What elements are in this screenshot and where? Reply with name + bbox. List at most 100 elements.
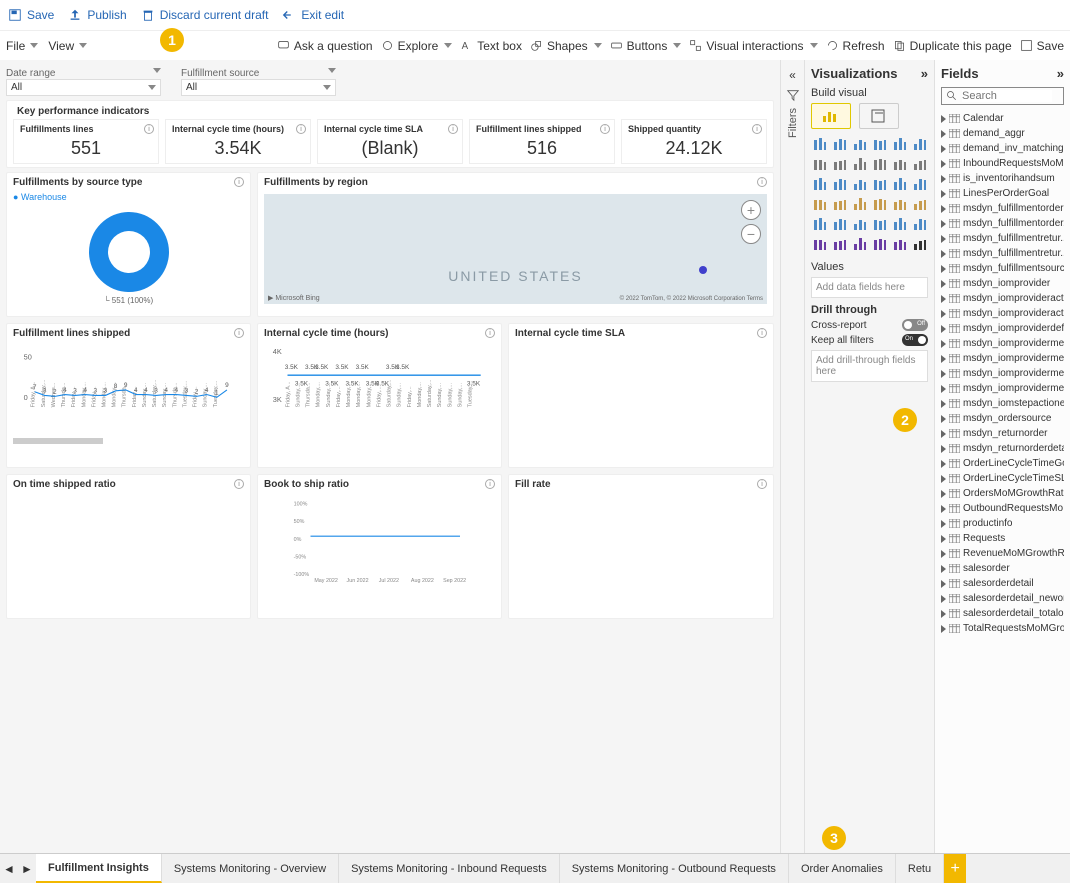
file-menu[interactable]: File	[6, 39, 38, 53]
viz-icon-multi-card[interactable]	[831, 195, 849, 213]
viz-icon-arcgis[interactable]	[831, 235, 849, 253]
field-table[interactable]: InboundRequestsMoM...	[941, 156, 1064, 171]
filters-pane-collapsed[interactable]: « Filters	[780, 60, 804, 853]
viz-icon-filled-map[interactable]	[891, 175, 909, 193]
expand-icon[interactable]	[941, 190, 946, 198]
expand-icon[interactable]	[941, 265, 946, 273]
save-button[interactable]: Save	[8, 8, 54, 22]
expand-icon[interactable]	[941, 460, 946, 468]
visual-interactions-button[interactable]: Visual interactions	[689, 39, 817, 53]
expand-icon[interactable]	[941, 325, 946, 333]
field-table[interactable]: LinesPerOrderGoal	[941, 186, 1064, 201]
field-table[interactable]: OrderLineCycleTimeSLA	[941, 471, 1064, 486]
report-canvas[interactable]: Date range All Fulfillment source All Ke…	[0, 60, 780, 853]
add-page-button[interactable]: +	[944, 854, 966, 883]
expand-icon[interactable]	[941, 505, 946, 513]
publish-button[interactable]: Publish	[68, 8, 126, 22]
viz-icon-kpi[interactable]	[851, 195, 869, 213]
viz-icon-more[interactable]	[911, 235, 929, 253]
field-table[interactable]: msdyn_iomprovider	[941, 276, 1064, 291]
viz-icon-narrative[interactable]	[911, 215, 929, 233]
expand-icon[interactable]	[941, 235, 946, 243]
viz-icon-powerapps[interactable]	[851, 235, 869, 253]
viz-icon-paginated[interactable]	[811, 235, 829, 253]
kpi-card[interactable]: Shipped quantity24.12Ki	[621, 119, 767, 164]
viz-icon-line[interactable]	[891, 135, 909, 153]
expand-icon[interactable]	[941, 535, 946, 543]
tile-fill-rate[interactable]: Fill rate i	[508, 474, 774, 619]
viz-icon-area[interactable]	[911, 135, 929, 153]
field-table[interactable]: msdyn_iomprovideracti...	[941, 306, 1064, 321]
field-table[interactable]: msdyn_iomstepactione...	[941, 396, 1064, 411]
field-table[interactable]: productinfo	[941, 516, 1064, 531]
viz-icon-treemap[interactable]	[851, 175, 869, 193]
expand-icon[interactable]	[941, 580, 946, 588]
expand-icon[interactable]	[941, 250, 946, 258]
expand-icon[interactable]	[941, 400, 946, 408]
field-table[interactable]: msdyn_ordersource	[941, 411, 1064, 426]
tile-on-time-ratio[interactable]: On time shipped ratio i	[6, 474, 251, 619]
page-tab[interactable]: Systems Monitoring - Overview	[162, 854, 339, 883]
expand-icon[interactable]	[941, 490, 946, 498]
exit-edit-button[interactable]: Exit edit	[282, 8, 344, 22]
field-table[interactable]: OrderLineCycleTimeGoal	[941, 456, 1064, 471]
refresh-button[interactable]: Refresh	[826, 39, 885, 53]
expand-icon[interactable]	[941, 115, 946, 123]
map-zoom-out[interactable]: −	[741, 224, 761, 244]
viz-icon-slicer[interactable]	[871, 195, 889, 213]
map-zoom-in[interactable]: +	[741, 200, 761, 220]
viz-icon-r-visual[interactable]	[811, 215, 829, 233]
discard-button[interactable]: Discard current draft	[141, 8, 269, 22]
viz-icon-scatter[interactable]	[911, 155, 929, 173]
field-table[interactable]: msdyn_returnorder	[941, 426, 1064, 441]
viz-icon-funnel[interactable]	[891, 155, 909, 173]
field-table[interactable]: demand_aggr	[941, 126, 1064, 141]
viz-icon-powerautomate[interactable]	[871, 235, 889, 253]
expand-icon[interactable]	[941, 370, 946, 378]
expand-icon[interactable]	[941, 385, 946, 393]
collapse-icon[interactable]: »	[1057, 66, 1064, 81]
field-table[interactable]: msdyn_fulfillmentorder	[941, 201, 1064, 216]
expand-icon[interactable]	[941, 145, 946, 153]
viz-icon-line-stacked[interactable]	[831, 155, 849, 173]
viz-icon-line-clustered[interactable]	[811, 155, 829, 173]
kpi-card[interactable]: Fulfillments lines551i	[13, 119, 159, 164]
field-table[interactable]: RevenueMoMGrowthR...	[941, 546, 1064, 561]
viz-icon-ribbon[interactable]	[851, 155, 869, 173]
expand-icon[interactable]	[941, 520, 946, 528]
values-field-well[interactable]: Add data fields here	[811, 277, 928, 298]
kpi-card[interactable]: Internal cycle time (hours)3.54Ki	[165, 119, 311, 164]
slicer-date-range[interactable]: Date range All	[6, 68, 161, 96]
tile-internal-cycle[interactable]: Internal cycle time (hours) i 4K 3K 3.5K…	[257, 323, 502, 468]
viz-icon-pie[interactable]	[811, 175, 829, 193]
tab-nav-prev[interactable]: ◄	[0, 854, 18, 883]
viz-icon-waterfall[interactable]	[871, 155, 889, 173]
field-table[interactable]: OutboundRequestsMo...	[941, 501, 1064, 516]
info-icon[interactable]: i	[144, 124, 154, 134]
field-table[interactable]: salesorder	[941, 561, 1064, 576]
view-menu[interactable]: View	[48, 39, 87, 53]
field-table[interactable]: msdyn_fulfillmentretur...	[941, 231, 1064, 246]
kpi-card[interactable]: Internal cycle time SLA(Blank)i	[317, 119, 463, 164]
viz-icon-decomposition[interactable]	[871, 215, 889, 233]
field-table[interactable]: Calendar	[941, 111, 1064, 126]
tab-nav-next[interactable]: ►	[18, 854, 36, 883]
expand-icon[interactable]	[941, 130, 946, 138]
expand-icon[interactable]	[941, 220, 946, 228]
viz-icon-gauge[interactable]	[911, 175, 929, 193]
info-icon[interactable]: i	[485, 328, 495, 338]
field-table[interactable]: salesorderdetail_newor...	[941, 591, 1064, 606]
field-table[interactable]: demand_inv_matching	[941, 141, 1064, 156]
field-table[interactable]: msdyn_fulfillmentorder...	[941, 216, 1064, 231]
save-ribbon-button[interactable]: Save	[1020, 39, 1064, 53]
expand-icon[interactable]	[941, 610, 946, 618]
info-icon[interactable]: i	[757, 177, 767, 187]
viz-icon-table[interactable]	[891, 195, 909, 213]
slicer-fulfillment-source[interactable]: Fulfillment source All	[181, 68, 336, 96]
field-table[interactable]: msdyn_iomproviderme...	[941, 381, 1064, 396]
field-table[interactable]: OrdersMoMGrowthRat...	[941, 486, 1064, 501]
field-table[interactable]: TotalRequestsMoMGro...	[941, 621, 1064, 636]
textbox-button[interactable]: AText box	[460, 39, 522, 53]
field-table[interactable]: msdyn_fulfillmentsource	[941, 261, 1064, 276]
page-tab[interactable]: Retu	[896, 854, 944, 883]
